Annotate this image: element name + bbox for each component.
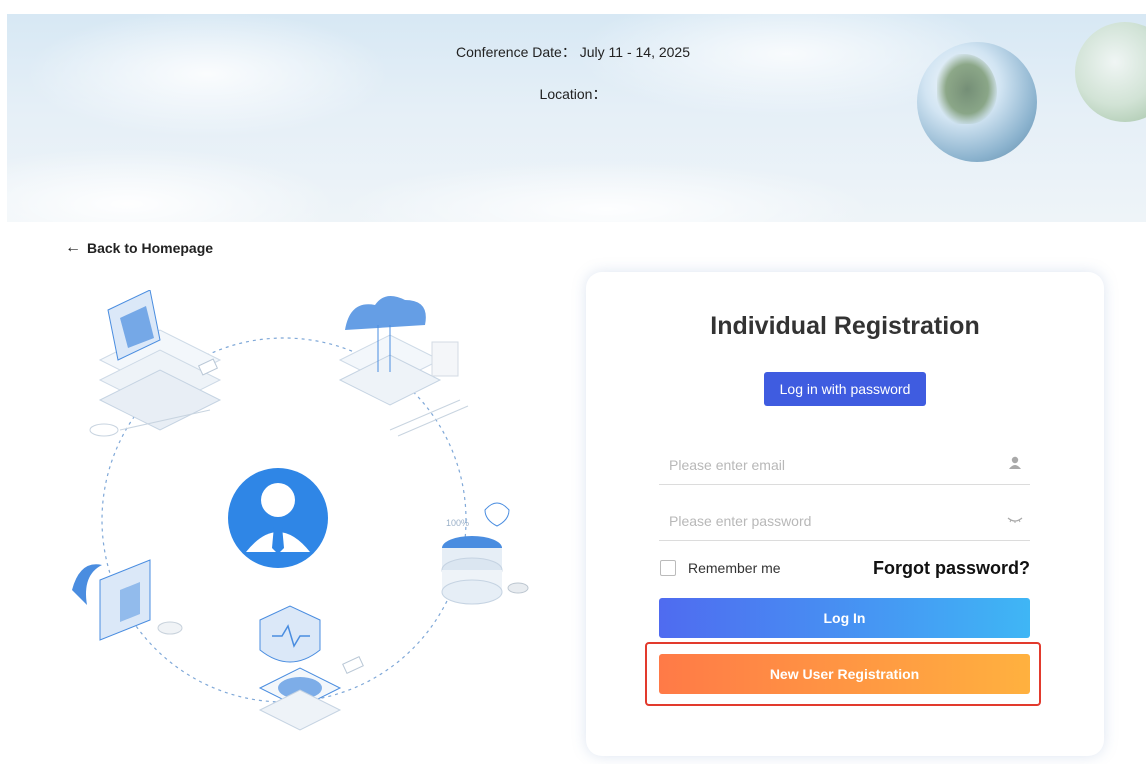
database-chart-icon: 100% [441,502,529,605]
registration-card: Individual Registration Log in with pass… [586,272,1104,756]
arrow-left-icon: ← [65,239,81,256]
eye-closed-icon[interactable] [1006,510,1024,528]
checkbox-box[interactable] [660,560,676,576]
password-login-tab[interactable]: Log in with password [764,372,926,406]
new-user-registration-button[interactable]: New User Registration [659,654,1030,694]
cloud-server-icon [338,296,469,437]
conference-date: Conference Date： July 11 - 14, 2025 [456,44,690,60]
back-to-homepage-link[interactable]: ← Back to Homepage [65,239,213,257]
page: Conference Date： July 11 - 14, 2025 Loca… [0,0,1146,764]
network-illustration: 100% [72,290,529,731]
email-field [659,444,1030,485]
forgot-password-link[interactable]: Forgot password? [873,558,1030,579]
user-avatar-icon [228,468,328,568]
conference-location: Location： [539,86,607,102]
globe-decoration [1075,22,1146,122]
password-field [659,500,1030,541]
percent-label: 100% [446,518,469,528]
card-title: Individual Registration [710,312,980,340]
user-icon [1009,456,1021,469]
remember-me-checkbox[interactable]: Remember me [660,560,781,576]
login-button[interactable]: Log In [659,598,1030,638]
remember-me-label: Remember me [688,560,781,576]
back-link-label: Back to Homepage [87,240,214,256]
video-camera-icon [72,559,183,641]
email-input[interactable] [669,454,989,476]
password-input[interactable] [669,510,989,532]
laptop-stack-icon [89,290,222,437]
shield-icon [258,605,364,731]
